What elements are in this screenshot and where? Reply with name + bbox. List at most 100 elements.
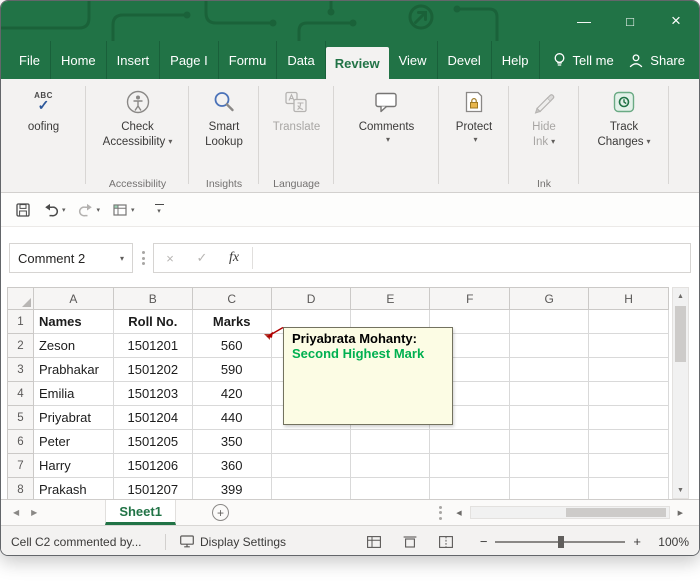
- ribbon-tab-help[interactable]: Help: [492, 41, 540, 79]
- display-settings-button[interactable]: Display Settings: [180, 535, 286, 549]
- save-button[interactable]: [15, 202, 31, 218]
- cell-b2[interactable]: 1501201: [113, 334, 193, 358]
- cell-c4[interactable]: 420: [192, 382, 272, 406]
- dropdown-caret-icon[interactable]: ▾: [131, 206, 135, 214]
- row-header[interactable]: 3: [8, 358, 34, 382]
- horizontal-scrollbar[interactable]: [469, 506, 670, 519]
- cell-a4[interactable]: Emilia: [33, 382, 114, 406]
- column-header-f[interactable]: F: [430, 288, 511, 310]
- column-header-a[interactable]: A: [33, 288, 114, 310]
- cell-a3[interactable]: Prabhakar: [33, 358, 114, 382]
- row-header[interactable]: 1: [8, 310, 34, 334]
- cell-a5[interactable]: Priyabrat: [33, 406, 114, 430]
- qat-table-button[interactable]: ▾: [112, 202, 135, 218]
- dropdown-caret-icon[interactable]: ▾: [97, 206, 101, 214]
- ribbon-tab-formulas[interactable]: Formu: [219, 41, 278, 79]
- cell-b1[interactable]: Roll No.: [113, 310, 193, 334]
- column-header-d[interactable]: D: [271, 288, 352, 310]
- scroll-right-button[interactable]: ▶: [672, 509, 689, 517]
- zoom-slider-thumb[interactable]: [557, 535, 564, 548]
- cell-b3[interactable]: 1501202: [113, 358, 193, 382]
- cell[interactable]: [430, 454, 511, 478]
- maximize-button[interactable]: □: [607, 1, 653, 41]
- zoom-level[interactable]: 100%: [647, 535, 689, 549]
- name-box[interactable]: Comment 2 ▾: [9, 243, 133, 273]
- cell[interactable]: [589, 430, 669, 454]
- vertical-scrollbar-thumb[interactable]: [675, 306, 686, 362]
- tell-me-button[interactable]: Tell me: [552, 41, 614, 79]
- ribbon-tab-data[interactable]: Data: [277, 41, 326, 79]
- cell-a7[interactable]: Harry: [33, 454, 114, 478]
- ribbon-tab-developer[interactable]: Devel: [438, 41, 492, 79]
- normal-view-button[interactable]: [356, 532, 392, 552]
- cell-c3[interactable]: 590: [192, 358, 272, 382]
- cell-b8[interactable]: 1501207: [114, 478, 193, 499]
- formula-bar-splitter[interactable]: [133, 243, 153, 273]
- zoom-out-button[interactable]: −: [480, 534, 488, 549]
- sheet-tab-sheet1[interactable]: Sheet1: [105, 500, 176, 525]
- ribbon-tab-home[interactable]: Home: [51, 41, 107, 79]
- cell-c6[interactable]: 350: [192, 430, 272, 454]
- cell[interactable]: [510, 478, 590, 499]
- cell-a6[interactable]: Peter: [33, 430, 114, 454]
- check-accessibility-button[interactable]: Check Accessibility ▾: [103, 79, 172, 175]
- formula-input[interactable]: [255, 244, 690, 272]
- cell[interactable]: [271, 454, 352, 478]
- cell[interactable]: [589, 478, 669, 499]
- page-break-view-button[interactable]: [428, 532, 464, 552]
- cell-b5[interactable]: 1501204: [113, 406, 193, 430]
- cell[interactable]: [271, 430, 352, 454]
- cell-c5[interactable]: 440: [192, 406, 272, 430]
- zoom-slider[interactable]: [495, 535, 626, 548]
- cell-a1[interactable]: Names: [33, 310, 114, 334]
- redo-button[interactable]: ▾: [78, 201, 101, 218]
- row-header[interactable]: 4: [8, 382, 34, 406]
- row-header[interactable]: 5: [8, 406, 34, 430]
- column-header-b[interactable]: B: [113, 288, 193, 310]
- minimize-button[interactable]: —: [561, 1, 607, 41]
- cell[interactable]: [589, 334, 669, 358]
- sheet-nav-right-icon[interactable]: ▶: [31, 508, 37, 517]
- enter-icon[interactable]: ✓: [186, 250, 218, 266]
- ribbon-tab-page-layout[interactable]: Page I: [160, 41, 219, 79]
- cell-c1[interactable]: Marks: [192, 310, 272, 334]
- comment-box[interactable]: Priyabrata Mohanty: Second Highest Mark: [283, 327, 453, 425]
- translate-button[interactable]: Translate: [273, 79, 320, 175]
- cell-a8[interactable]: Prakash: [34, 478, 114, 499]
- horizontal-scrollbar-thumb[interactable]: [565, 508, 666, 517]
- hide-ink-button[interactable]: Hide Ink ▾: [531, 79, 557, 175]
- insert-function-button[interactable]: fx: [218, 250, 250, 266]
- protect-button[interactable]: Protect ▾: [456, 79, 492, 175]
- cell-a2[interactable]: Zeson: [33, 334, 114, 358]
- row-header[interactable]: 7: [8, 454, 34, 478]
- cell-c7[interactable]: 360: [192, 454, 272, 478]
- cell[interactable]: [510, 358, 590, 382]
- ribbon-tab-insert[interactable]: Insert: [107, 41, 161, 79]
- name-box-caret-icon[interactable]: ▾: [112, 244, 132, 272]
- close-button[interactable]: ×: [653, 1, 699, 41]
- vertical-scrollbar[interactable]: ▲ ▼: [672, 287, 689, 499]
- ribbon-tab-view[interactable]: View: [389, 41, 438, 79]
- cell[interactable]: [510, 334, 590, 358]
- ribbon-tab-file[interactable]: File: [9, 41, 51, 79]
- cell[interactable]: [589, 382, 669, 406]
- titlebar[interactable]: — □ ×: [1, 1, 699, 41]
- cell[interactable]: [510, 406, 590, 430]
- row-header[interactable]: 6: [8, 430, 34, 454]
- smart-lookup-button[interactable]: Smart Lookup: [205, 79, 243, 175]
- column-header-h[interactable]: H: [589, 288, 669, 310]
- cell-c2[interactable]: 560: [192, 334, 272, 358]
- column-header-c[interactable]: C: [192, 288, 272, 310]
- scroll-left-button[interactable]: ◀: [450, 509, 467, 517]
- cell[interactable]: [589, 358, 669, 382]
- row-header[interactable]: 8: [8, 478, 34, 499]
- cell[interactable]: [510, 310, 590, 334]
- scroll-up-button[interactable]: ▲: [673, 288, 688, 304]
- cell-b6[interactable]: 1501205: [113, 430, 193, 454]
- track-changes-button[interactable]: Track Changes ▾: [597, 79, 651, 175]
- cell[interactable]: [351, 454, 431, 478]
- ribbon-tab-review[interactable]: Review: [325, 47, 389, 79]
- cell[interactable]: [430, 478, 511, 499]
- scroll-down-button[interactable]: ▼: [673, 482, 688, 498]
- cell-b7[interactable]: 1501206: [113, 454, 193, 478]
